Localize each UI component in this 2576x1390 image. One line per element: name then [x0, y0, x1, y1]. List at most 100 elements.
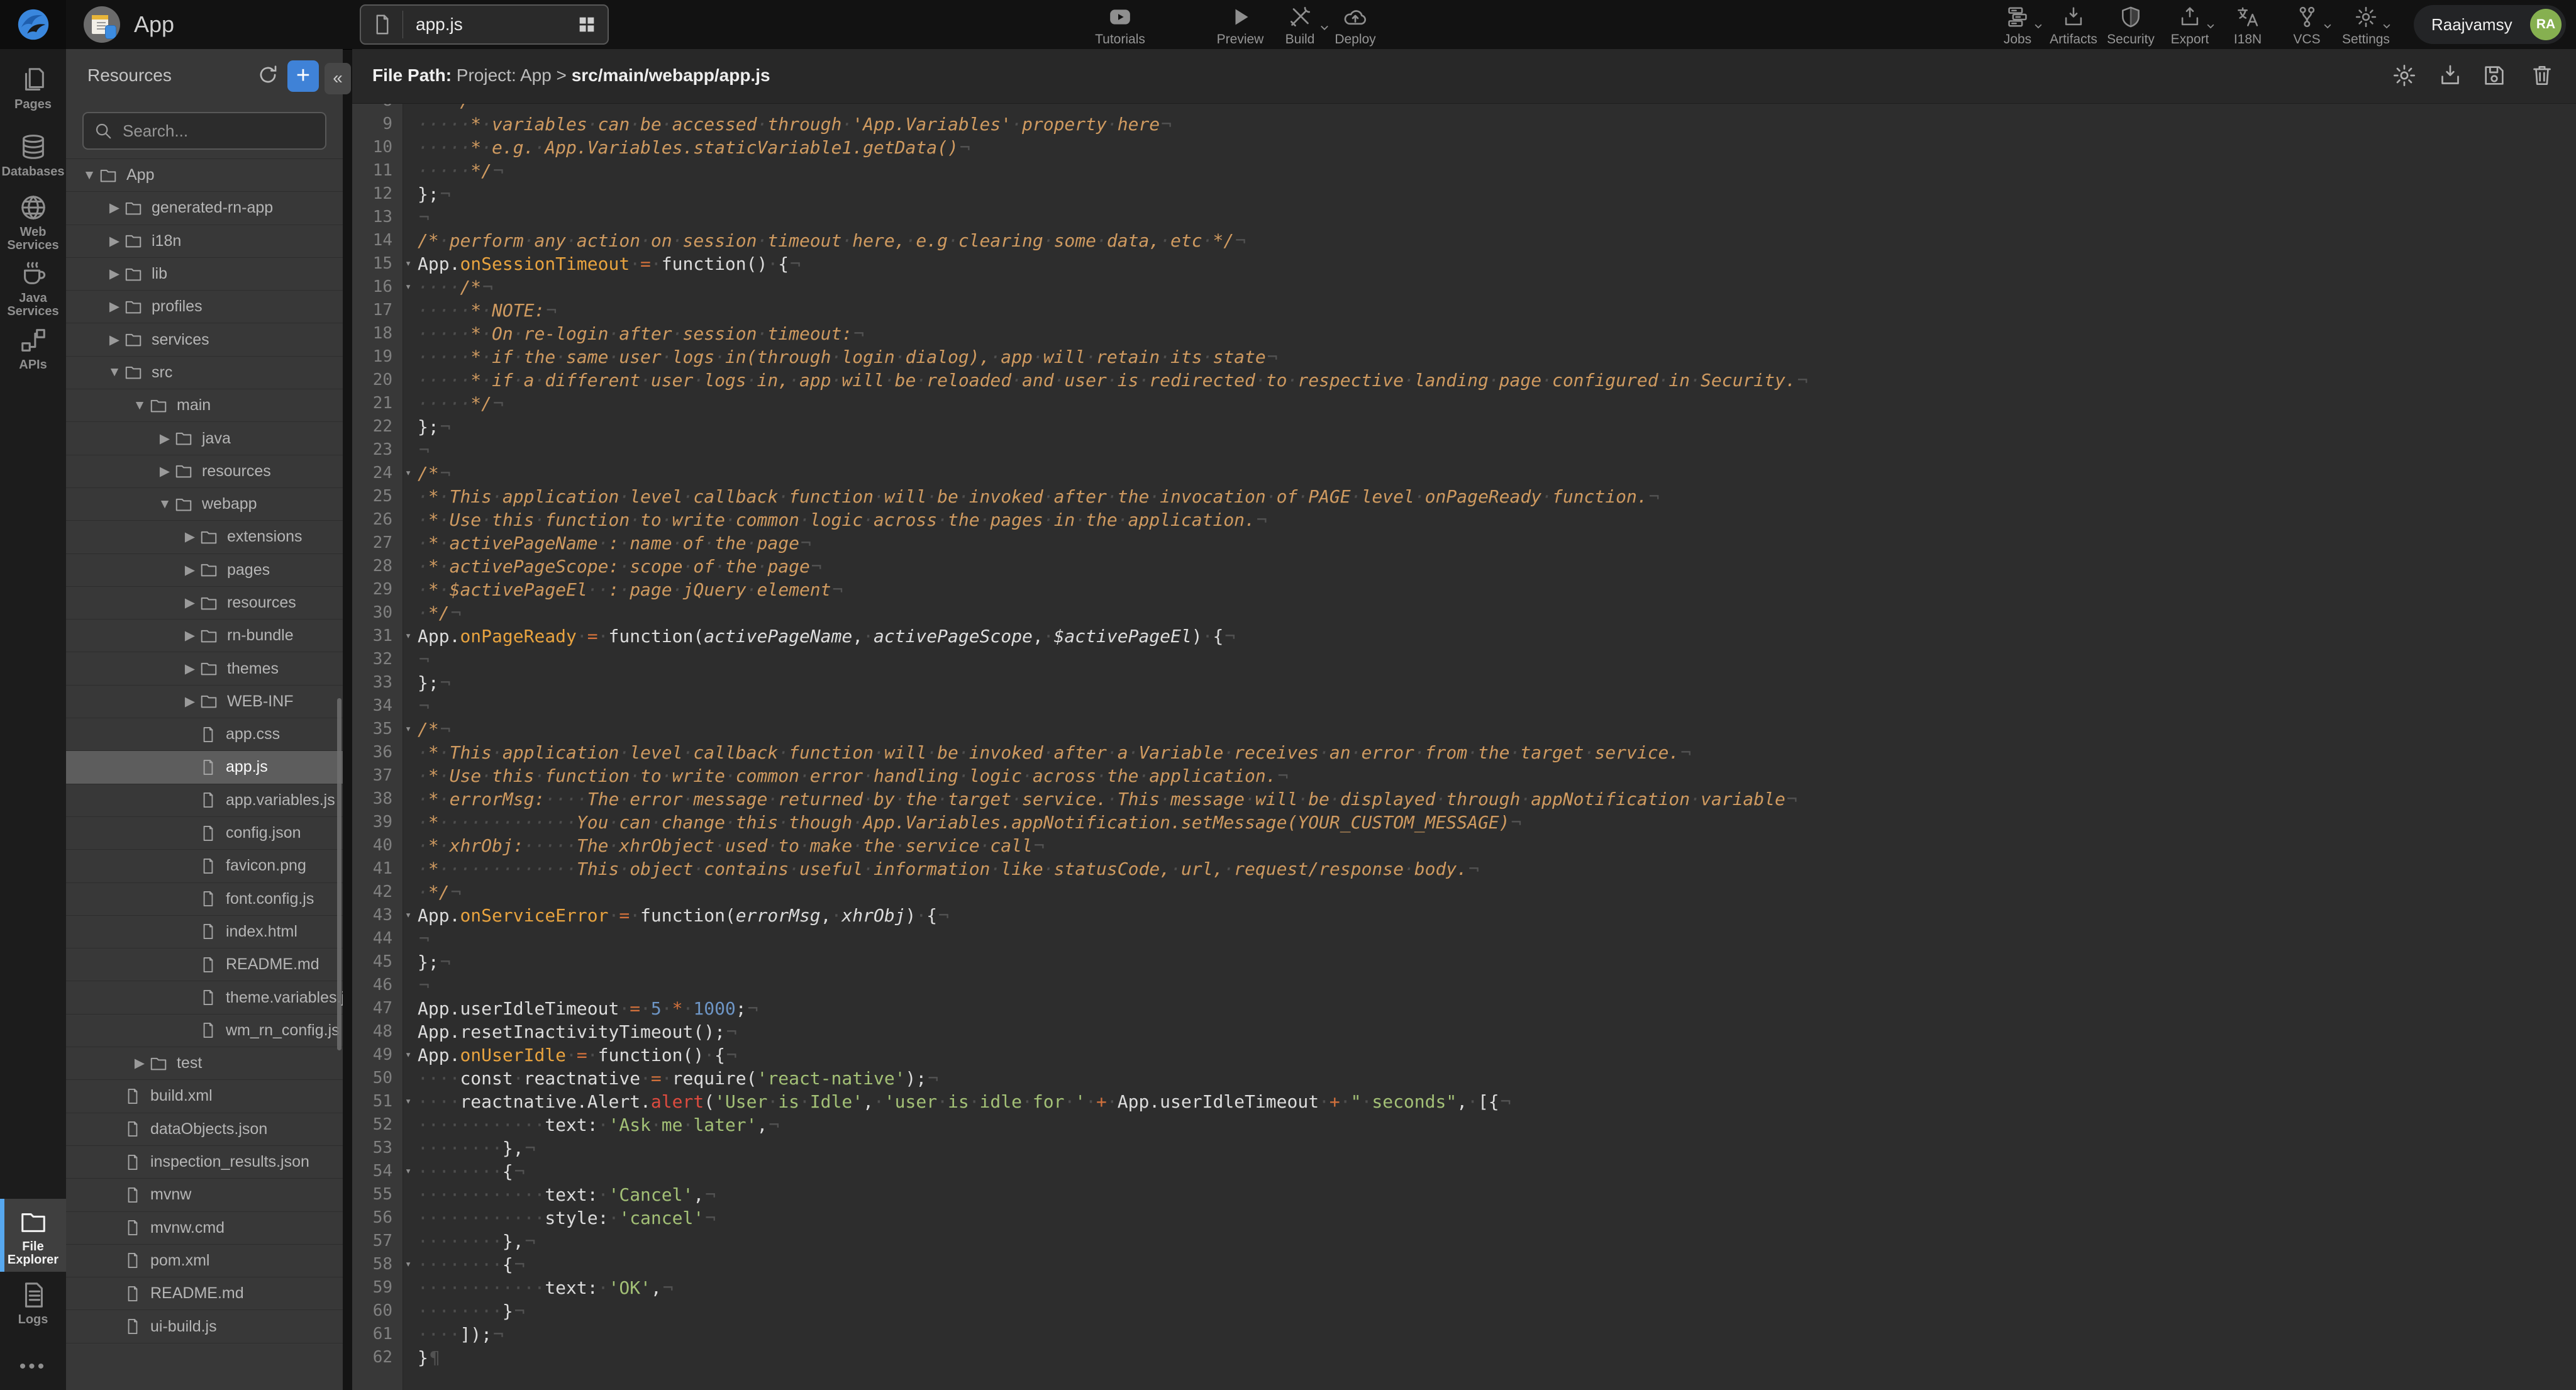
caret-right-icon[interactable]: ▶: [180, 694, 199, 709]
tree-folder-resources[interactable]: ▶resources: [66, 455, 343, 488]
tree-file-theme.variables.js[interactable]: theme.variables.js: [66, 981, 343, 1014]
topbar-artifacts-button[interactable]: Artifacts: [2041, 4, 2106, 47]
caret-down-icon[interactable]: ▼: [80, 168, 99, 183]
tree-folder-web-inf[interactable]: ▶WEB-INF: [66, 686, 343, 718]
caret-right-icon[interactable]: ▶: [105, 233, 124, 249]
topbar-export-button[interactable]: Export: [2157, 4, 2223, 47]
caret-right-icon[interactable]: ▶: [105, 266, 124, 282]
fold-arrow-icon[interactable]: ▾: [405, 104, 411, 113]
fold-arrow-icon[interactable]: ▾: [405, 1253, 411, 1276]
tree-file-pom.xml[interactable]: pom.xml: [66, 1245, 343, 1277]
fold-arrow-icon[interactable]: ▾: [405, 1090, 411, 1113]
fold-arrow-icon[interactable]: ▾: [405, 462, 411, 485]
caret-right-icon[interactable]: ▶: [180, 628, 199, 643]
tree-folder-themes[interactable]: ▶themes: [66, 652, 343, 685]
tree-folder-java[interactable]: ▶java: [66, 422, 343, 455]
topbar-settings-button[interactable]: Settings: [2333, 4, 2399, 47]
toolbar-deploy-button[interactable]: Deploy: [1308, 4, 1402, 47]
tab-app-js[interactable]: app.js: [360, 4, 609, 45]
tree-file-readme.md[interactable]: README.md: [66, 1277, 343, 1310]
caret-right-icon[interactable]: ▶: [155, 431, 174, 447]
tree-file-inspection_results.json[interactable]: inspection_results.json: [66, 1146, 343, 1179]
tree-folder-i18n[interactable]: ▶i18n: [66, 225, 343, 258]
tree-folder-main[interactable]: ▼main: [66, 389, 343, 422]
tree-file-mvnw.cmd[interactable]: mvnw.cmd: [66, 1212, 343, 1245]
caret-right-icon[interactable]: ▶: [180, 595, 199, 611]
tree-file-build.xml[interactable]: build.xml: [66, 1080, 343, 1113]
tree-file-font.config.js[interactable]: font.config.js: [66, 883, 343, 916]
caret-right-icon[interactable]: ▶: [105, 200, 124, 216]
tree-folder-rn-bundle[interactable]: ▶rn-bundle: [66, 620, 343, 652]
tree-file-mvnw[interactable]: mvnw: [66, 1179, 343, 1211]
tree-scrollbar[interactable]: [337, 698, 341, 1050]
rail-item-file-explorer[interactable]: FileExplorer: [0, 1199, 66, 1272]
rail-item-pages[interactable]: Pages: [0, 65, 66, 111]
tree-folder-app[interactable]: ▼App: [66, 159, 343, 192]
caret-right-icon[interactable]: ▶: [105, 332, 124, 348]
topbar-vcs-button[interactable]: VCS: [2274, 4, 2340, 47]
rail-item-apis[interactable]: APIs: [0, 326, 66, 372]
caret-right-icon[interactable]: ▶: [105, 299, 124, 314]
save-icon[interactable]: [2482, 63, 2507, 88]
add-resource-button[interactable]: +: [287, 60, 319, 92]
rail-more-button[interactable]: •••: [0, 1356, 66, 1377]
tree-file-app.variables.js[interactable]: app.variables.js: [66, 784, 343, 817]
tree-file-favicon.png[interactable]: favicon.png: [66, 850, 343, 882]
rail-item-web-services[interactable]: WebServices: [0, 193, 66, 252]
tree-file-app.css[interactable]: app.css: [66, 718, 343, 751]
tree-folder-pages[interactable]: ▶pages: [66, 554, 343, 587]
tree-file-app.js[interactable]: app.js: [66, 751, 343, 784]
caret-down-icon[interactable]: ▼: [130, 398, 149, 413]
tree-folder-test[interactable]: ▶test: [66, 1047, 343, 1080]
caret-right-icon[interactable]: ▶: [155, 464, 174, 479]
rail-item-logs[interactable]: Logs: [0, 1281, 66, 1326]
caret-right-icon[interactable]: ▶: [180, 562, 199, 578]
search-box[interactable]: [82, 112, 326, 150]
node-label: extensions: [227, 528, 303, 546]
line-number: 41: [352, 857, 392, 881]
fold-arrow-icon[interactable]: ▾: [405, 1043, 411, 1067]
search-input[interactable]: [121, 121, 313, 142]
collapse-panel-button[interactable]: «: [325, 63, 351, 94]
download-icon[interactable]: [2438, 63, 2463, 88]
project-selector[interactable]: App: [66, 0, 352, 49]
tree-folder-extensions[interactable]: ▶ extensions: [66, 521, 343, 553]
wavemaker-logo[interactable]: [0, 0, 66, 49]
caret-right-icon[interactable]: ▶: [180, 661, 199, 677]
refresh-icon[interactable]: [256, 63, 280, 87]
tree-file-ui-build.js[interactable]: ui-build.js: [66, 1310, 343, 1343]
rail-item-databases[interactable]: Databases: [0, 133, 66, 179]
code-editor[interactable]: 8▾····/*¬9·····*·variables·can·be·access…: [352, 104, 2576, 1390]
grid-icon[interactable]: [576, 14, 597, 35]
toolbar-tutorials-button[interactable]: Tutorials: [1073, 4, 1167, 47]
tree-file-config.json[interactable]: config.json: [66, 817, 343, 850]
tree-folder-profiles[interactable]: ▶profiles: [66, 291, 343, 323]
tree-file-wm_rn_config.js[interactable]: wm_rn_config.js: [66, 1015, 343, 1047]
fold-arrow-icon[interactable]: ▾: [405, 252, 411, 275]
fold-arrow-icon[interactable]: ▾: [405, 1160, 411, 1183]
caret-down-icon[interactable]: ▼: [155, 497, 174, 512]
delete-icon[interactable]: [2529, 63, 2555, 88]
fold-arrow-icon[interactable]: ▾: [405, 718, 411, 741]
tree-file-index.html[interactable]: index.html: [66, 916, 343, 948]
fold-arrow-icon[interactable]: ▾: [405, 275, 411, 299]
tree-file-readme.md[interactable]: README.md: [66, 948, 343, 981]
fold-arrow-icon[interactable]: ▾: [405, 625, 411, 648]
tree-folder-src[interactable]: ▼src: [66, 357, 343, 389]
user-menu[interactable]: Raajvamsy RA: [2414, 5, 2566, 44]
fold-arrow-icon[interactable]: ▾: [405, 904, 411, 927]
tree-folder-lib[interactable]: ▶lib: [66, 258, 343, 291]
topbar-security-button[interactable]: Security: [2098, 4, 2163, 47]
tree-folder-webapp[interactable]: ▼webapp: [66, 488, 343, 521]
tree-folder-resources[interactable]: ▶resources: [66, 587, 343, 620]
settings-gear-icon[interactable]: [2392, 63, 2417, 88]
tree-folder-generated-rn-app[interactable]: ▶generated-rn-app: [66, 192, 343, 225]
line-number: 51: [352, 1090, 392, 1113]
tree-file-dataobjects.json[interactable]: dataObjects.json: [66, 1113, 343, 1146]
caret-down-icon[interactable]: ▼: [105, 365, 124, 380]
caret-right-icon[interactable]: ▶: [180, 529, 199, 545]
rail-item-java-services[interactable]: JavaServices: [0, 259, 66, 318]
tree-folder-services[interactable]: ▶services: [66, 323, 343, 356]
topbar-i18n-button[interactable]: I18N: [2215, 4, 2280, 47]
caret-right-icon[interactable]: ▶: [130, 1055, 149, 1071]
